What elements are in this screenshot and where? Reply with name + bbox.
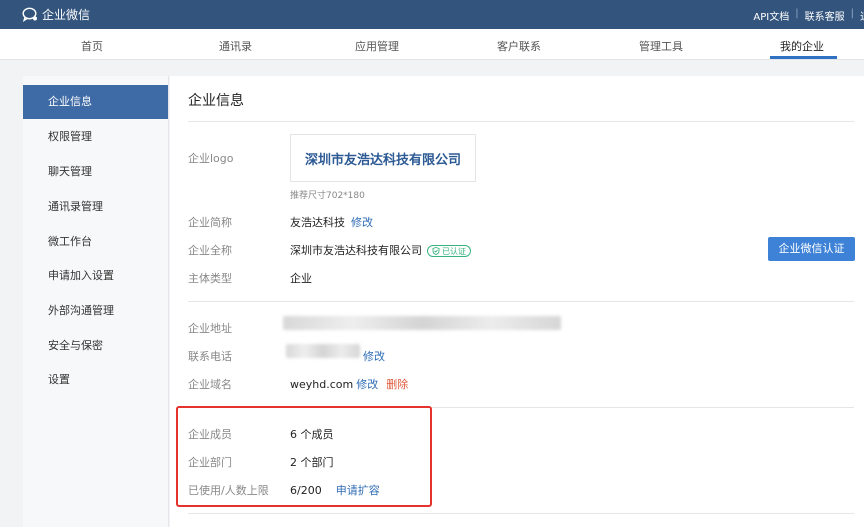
entity-type-label: 主体类型 — [188, 272, 232, 285]
sidebar: 企业信息 权限管理 聊天管理 通讯录管理 微工作台 申请加入设置 外部沟通管理 … — [23, 76, 169, 527]
sidebar-item-join-settings[interactable]: 申请加入设置 — [23, 259, 168, 293]
logo-label: 企业logo — [188, 152, 234, 165]
wework-logo-icon — [22, 7, 37, 22]
tab-customer-contact[interactable]: 客户联系 — [497, 38, 541, 54]
edit-short-name-link[interactable]: 修改 — [351, 216, 373, 229]
edit-domain-link[interactable]: 修改 — [356, 378, 378, 391]
tab-my-enterprise[interactable]: 我的企业 — [780, 38, 824, 54]
verified-text: 已认证 — [442, 246, 466, 256]
address-redacted — [283, 316, 561, 330]
tab-home[interactable]: 首页 — [81, 38, 103, 54]
divider — [188, 301, 854, 302]
sidebar-item-workbench[interactable]: 微工作台 — [23, 225, 168, 259]
phone-redacted — [286, 344, 360, 358]
divider: | — [795, 8, 799, 19]
short-name-row: 友浩达科技 修改 — [290, 214, 373, 230]
tab-contacts[interactable]: 通讯录 — [219, 38, 252, 54]
highlight-box — [176, 406, 432, 507]
shield-check-icon — [432, 247, 440, 255]
app-title: 企业微信 — [42, 8, 91, 22]
phone-label: 联系电话 — [188, 350, 232, 363]
main-nav: 首页 通讯录 应用管理 客户联系 管理工具 我的企业 — [0, 29, 864, 60]
tab-management-tools[interactable]: 管理工具 — [639, 38, 683, 54]
domain-value: weyhd.com — [290, 378, 354, 391]
logo-size-hint: 推荐尺寸702*180 — [290, 191, 365, 201]
logout-link[interactable]: 退 — [860, 8, 864, 23]
sidebar-item-settings[interactable]: 设置 — [23, 363, 168, 397]
top-bar: 企业微信 API文档 | 联系客服 | 退 — [0, 0, 864, 29]
brand[interactable]: 企业微信 — [22, 6, 90, 23]
short-name-value: 友浩达科技 — [290, 216, 345, 229]
page-background — [0, 61, 864, 75]
sidebar-item-external-communication[interactable]: 外部沟通管理 — [23, 294, 168, 328]
domain-label: 企业域名 — [188, 378, 232, 391]
divider — [188, 513, 854, 514]
enterprise-certification-button[interactable]: 企业微信认证 — [768, 237, 855, 261]
sidebar-item-chat-management[interactable]: 聊天管理 — [23, 155, 168, 189]
address-label: 企业地址 — [188, 322, 232, 335]
domain-row: weyhd.com 修改 删除 — [290, 376, 408, 392]
top-links: API文档 | 联系客服 | 退 — [753, 8, 864, 23]
tab-app-management[interactable]: 应用管理 — [355, 38, 399, 54]
logo-text: 深圳市友浩达科技有限公司 — [304, 152, 461, 168]
short-name-label: 企业简称 — [188, 216, 232, 229]
sidebar-item-enterprise-info[interactable]: 企业信息 — [23, 85, 168, 119]
divider: | — [850, 8, 854, 19]
sidebar-item-security[interactable]: 安全与保密 — [23, 329, 168, 363]
sidebar-item-permissions[interactable]: 权限管理 — [23, 120, 168, 154]
entity-type-value: 企业 — [290, 272, 312, 285]
edit-phone-link[interactable]: 修改 — [363, 348, 385, 364]
full-name-label: 企业全称 — [188, 244, 232, 257]
page-title: 企业信息 — [188, 93, 244, 109]
full-name-value: 深圳市友浩达科技有限公司 — [290, 244, 422, 257]
contact-support-link[interactable]: 联系客服 — [805, 8, 845, 23]
full-name-row: 深圳市友浩达科技有限公司 已认证 — [290, 242, 471, 258]
sidebar-item-contacts-management[interactable]: 通讯录管理 — [23, 190, 168, 224]
active-tab-indicator — [770, 56, 837, 59]
divider — [188, 121, 854, 122]
api-docs-link[interactable]: API文档 — [753, 8, 789, 23]
delete-domain-link[interactable]: 删除 — [386, 378, 408, 391]
verified-badge: 已认证 — [427, 245, 471, 257]
enterprise-logo[interactable]: 深圳市友浩达科技有限公司 — [290, 134, 476, 182]
